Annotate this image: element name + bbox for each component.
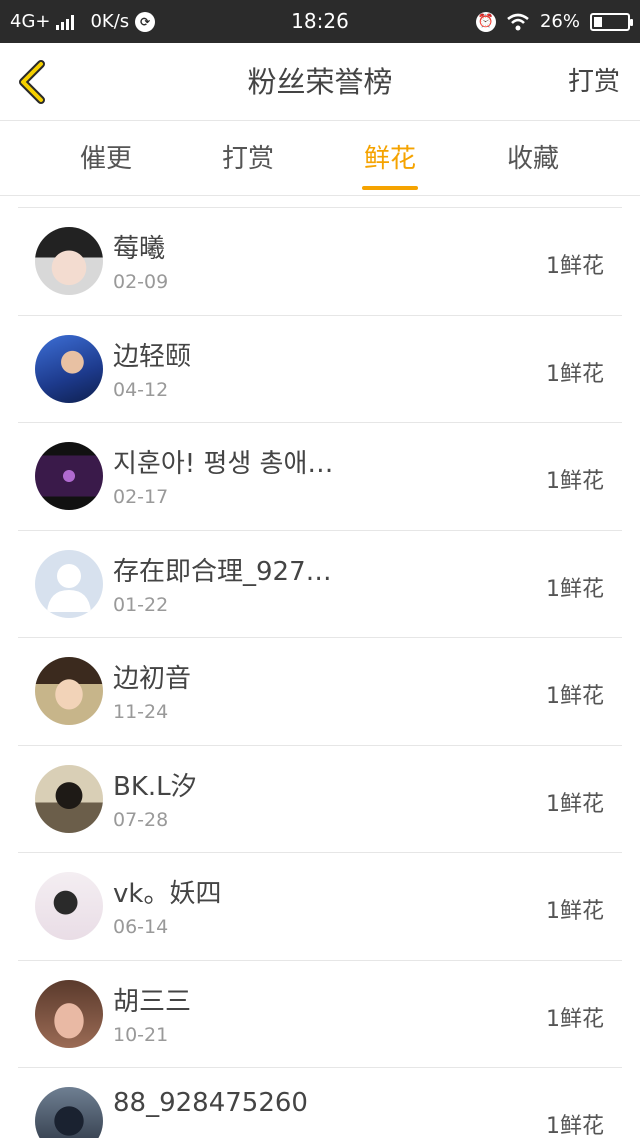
fan-name: 边初音 (113, 664, 192, 694)
default-avatar[interactable] (35, 549, 103, 618)
flower-count: 1鲜花 (546, 791, 604, 817)
flower-count: 1鲜花 (546, 1114, 604, 1138)
avatar[interactable] (35, 979, 103, 1048)
flower-count: 1鲜花 (546, 899, 604, 924)
flower-count: 1鲜花 (546, 576, 604, 602)
tab-label: 打赏 (221, 144, 274, 174)
fan-name: 边轻颐 (113, 341, 192, 372)
fan-name: 胡三三 (113, 986, 192, 1017)
tab-label: 收藏 (506, 144, 559, 174)
battery-fill (594, 16, 602, 27)
list-item[interactable]: BK.L汐 07-28 1鲜花 (18, 746, 622, 853)
list-item[interactable]: 지훈아! 평생 총애… 02-17 1鲜花 (18, 423, 622, 531)
avatar[interactable] (35, 334, 103, 403)
tab-bar: 催更 打赏 鲜花 收藏 (0, 122, 640, 196)
fan-date: 10-21 (113, 1023, 169, 1046)
page-title: 粉丝荣誉榜 (247, 65, 393, 99)
fan-date: 04-12 (113, 378, 169, 401)
tab-label: 催更 (79, 144, 132, 174)
list-item[interactable]: 88_928475260 1鲜花 (18, 1068, 622, 1138)
battery-icon (590, 12, 633, 31)
list-item[interactable]: 胡三三 10-21 1鲜花 (18, 961, 622, 1068)
fan-date: 07-28 (113, 808, 169, 831)
fan-name: BK.L汐 (113, 771, 197, 802)
fan-date: 02-09 (113, 271, 169, 293)
tip-button[interactable]: 打赏 (568, 43, 620, 121)
avatar[interactable] (35, 872, 103, 940)
list-item[interactable]: 边轻颐 04-12 1鲜花 (18, 316, 622, 423)
fan-name: 莓曦 (113, 234, 166, 264)
fan-date: 11-24 (113, 701, 169, 723)
user-icon (47, 563, 91, 612)
avatar[interactable] (35, 1087, 103, 1138)
wifi-icon (507, 13, 529, 30)
list-item[interactable]: 存在即合理_927… 01-22 1鲜花 (18, 531, 622, 638)
avatar[interactable] (35, 764, 103, 833)
tab-urge[interactable]: 催更 (36, 122, 176, 196)
fan-name: vk。妖四 (113, 879, 222, 909)
fan-name: 存在即合理_927… (113, 556, 332, 587)
fan-list: 莓曦 02-09 1鲜花 边轻颐 04-12 1鲜花 지훈아! 평생 총애… 0… (18, 207, 622, 1138)
status-bar: 4G+ 0K/s ⟳ 18:26 ⏰ 26% (0, 0, 640, 43)
fan-date: 01-22 (113, 593, 169, 616)
tab-favorites[interactable]: 收藏 (463, 122, 603, 196)
fan-date: 02-17 (113, 486, 169, 508)
flower-count: 1鲜花 (546, 361, 604, 387)
fan-name: 88_928475260 (113, 1088, 308, 1118)
list-item[interactable]: vk。妖四 06-14 1鲜花 (18, 853, 622, 961)
tab-flowers[interactable]: 鲜花 (320, 122, 460, 196)
list-item[interactable]: 莓曦 02-09 1鲜花 (18, 208, 622, 316)
fan-name: 지훈아! 평생 총애… (113, 449, 334, 479)
avatar[interactable] (35, 227, 103, 295)
tab-label: 鲜花 (363, 144, 416, 174)
fan-date: 06-14 (113, 916, 169, 938)
avatar[interactable] (35, 442, 103, 510)
list-item[interactable]: 边初音 11-24 1鲜花 (18, 638, 622, 746)
flower-count: 1鲜花 (546, 1006, 604, 1032)
active-tab-indicator (362, 186, 418, 190)
flower-count: 1鲜花 (546, 684, 604, 709)
flower-count: 1鲜花 (546, 254, 604, 279)
status-right: ⏰ 26% (475, 0, 633, 43)
nav-bar: 粉丝荣誉榜 打赏 (0, 43, 640, 121)
tab-tip[interactable]: 打赏 (178, 122, 318, 196)
battery-percent: 26% (539, 11, 580, 32)
flower-count: 1鲜花 (546, 469, 604, 494)
alarm-icon: ⏰ (475, 11, 496, 32)
avatar[interactable] (35, 657, 103, 725)
